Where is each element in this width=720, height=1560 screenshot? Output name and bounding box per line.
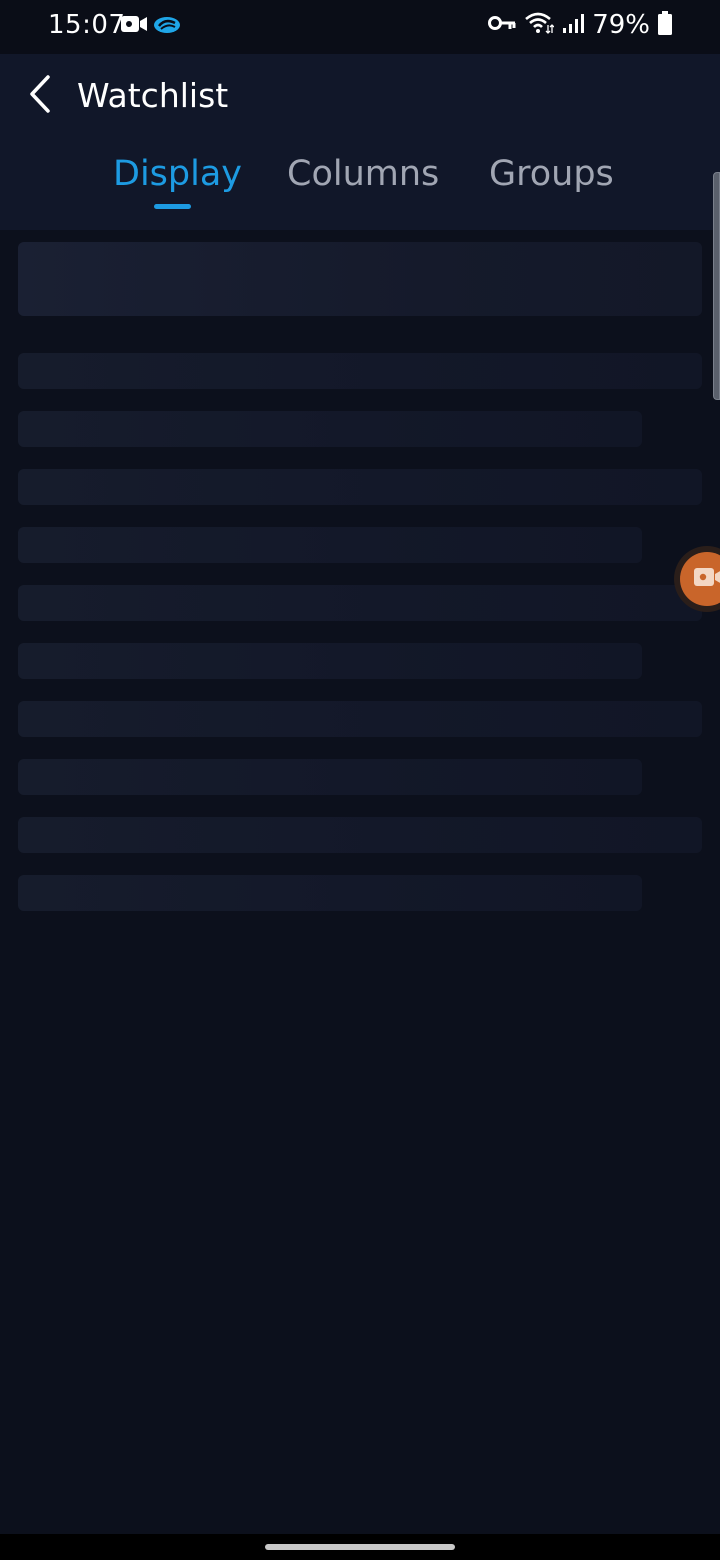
status-system-icons: 79%: [488, 10, 672, 40]
back-button[interactable]: [18, 74, 62, 118]
battery-percentage: 79%: [592, 10, 650, 40]
tab-groups[interactable]: Groups: [489, 150, 614, 198]
scrollbar[interactable]: [713, 172, 720, 400]
status-time: 15:07: [48, 10, 126, 40]
status-notification-icons: [121, 14, 181, 38]
app-header: Watchlist Display Columns Groups: [0, 54, 720, 230]
status-bar: 15:07 79%: [0, 0, 720, 54]
vpn-key-icon: [488, 14, 516, 36]
skeleton-row: [18, 875, 642, 911]
tab-columns[interactable]: Columns: [287, 150, 439, 198]
skeleton-row: [18, 759, 642, 795]
system-navigation-bar: [0, 1534, 720, 1560]
skeleton-row: [18, 643, 642, 679]
battery-icon: [658, 11, 672, 39]
video-camera-icon: [121, 14, 147, 38]
video-camera-icon: [694, 566, 720, 592]
home-indicator[interactable]: [265, 1544, 455, 1550]
skeleton-row: [18, 411, 642, 447]
cloud-app-icon: [153, 14, 181, 38]
active-tab-indicator: [154, 204, 191, 209]
page-title: Watchlist: [77, 76, 229, 115]
skeleton-row: [18, 353, 702, 389]
tab-display[interactable]: Display: [113, 150, 242, 198]
skeleton-row: [18, 527, 642, 563]
skeleton-row: [18, 817, 702, 853]
skeleton-row: [18, 701, 702, 737]
chevron-left-icon: [28, 75, 52, 117]
skeleton-row: [18, 585, 702, 621]
skeleton-row: [18, 469, 702, 505]
signal-icon: [562, 12, 585, 38]
watchlist-screen: 15:07 79% Watchlist Display Columns Grou…: [0, 0, 720, 1560]
skeleton-header-block: [18, 242, 702, 316]
wifi-icon: [524, 11, 555, 39]
tab-bar: Display Columns Groups: [0, 150, 720, 210]
